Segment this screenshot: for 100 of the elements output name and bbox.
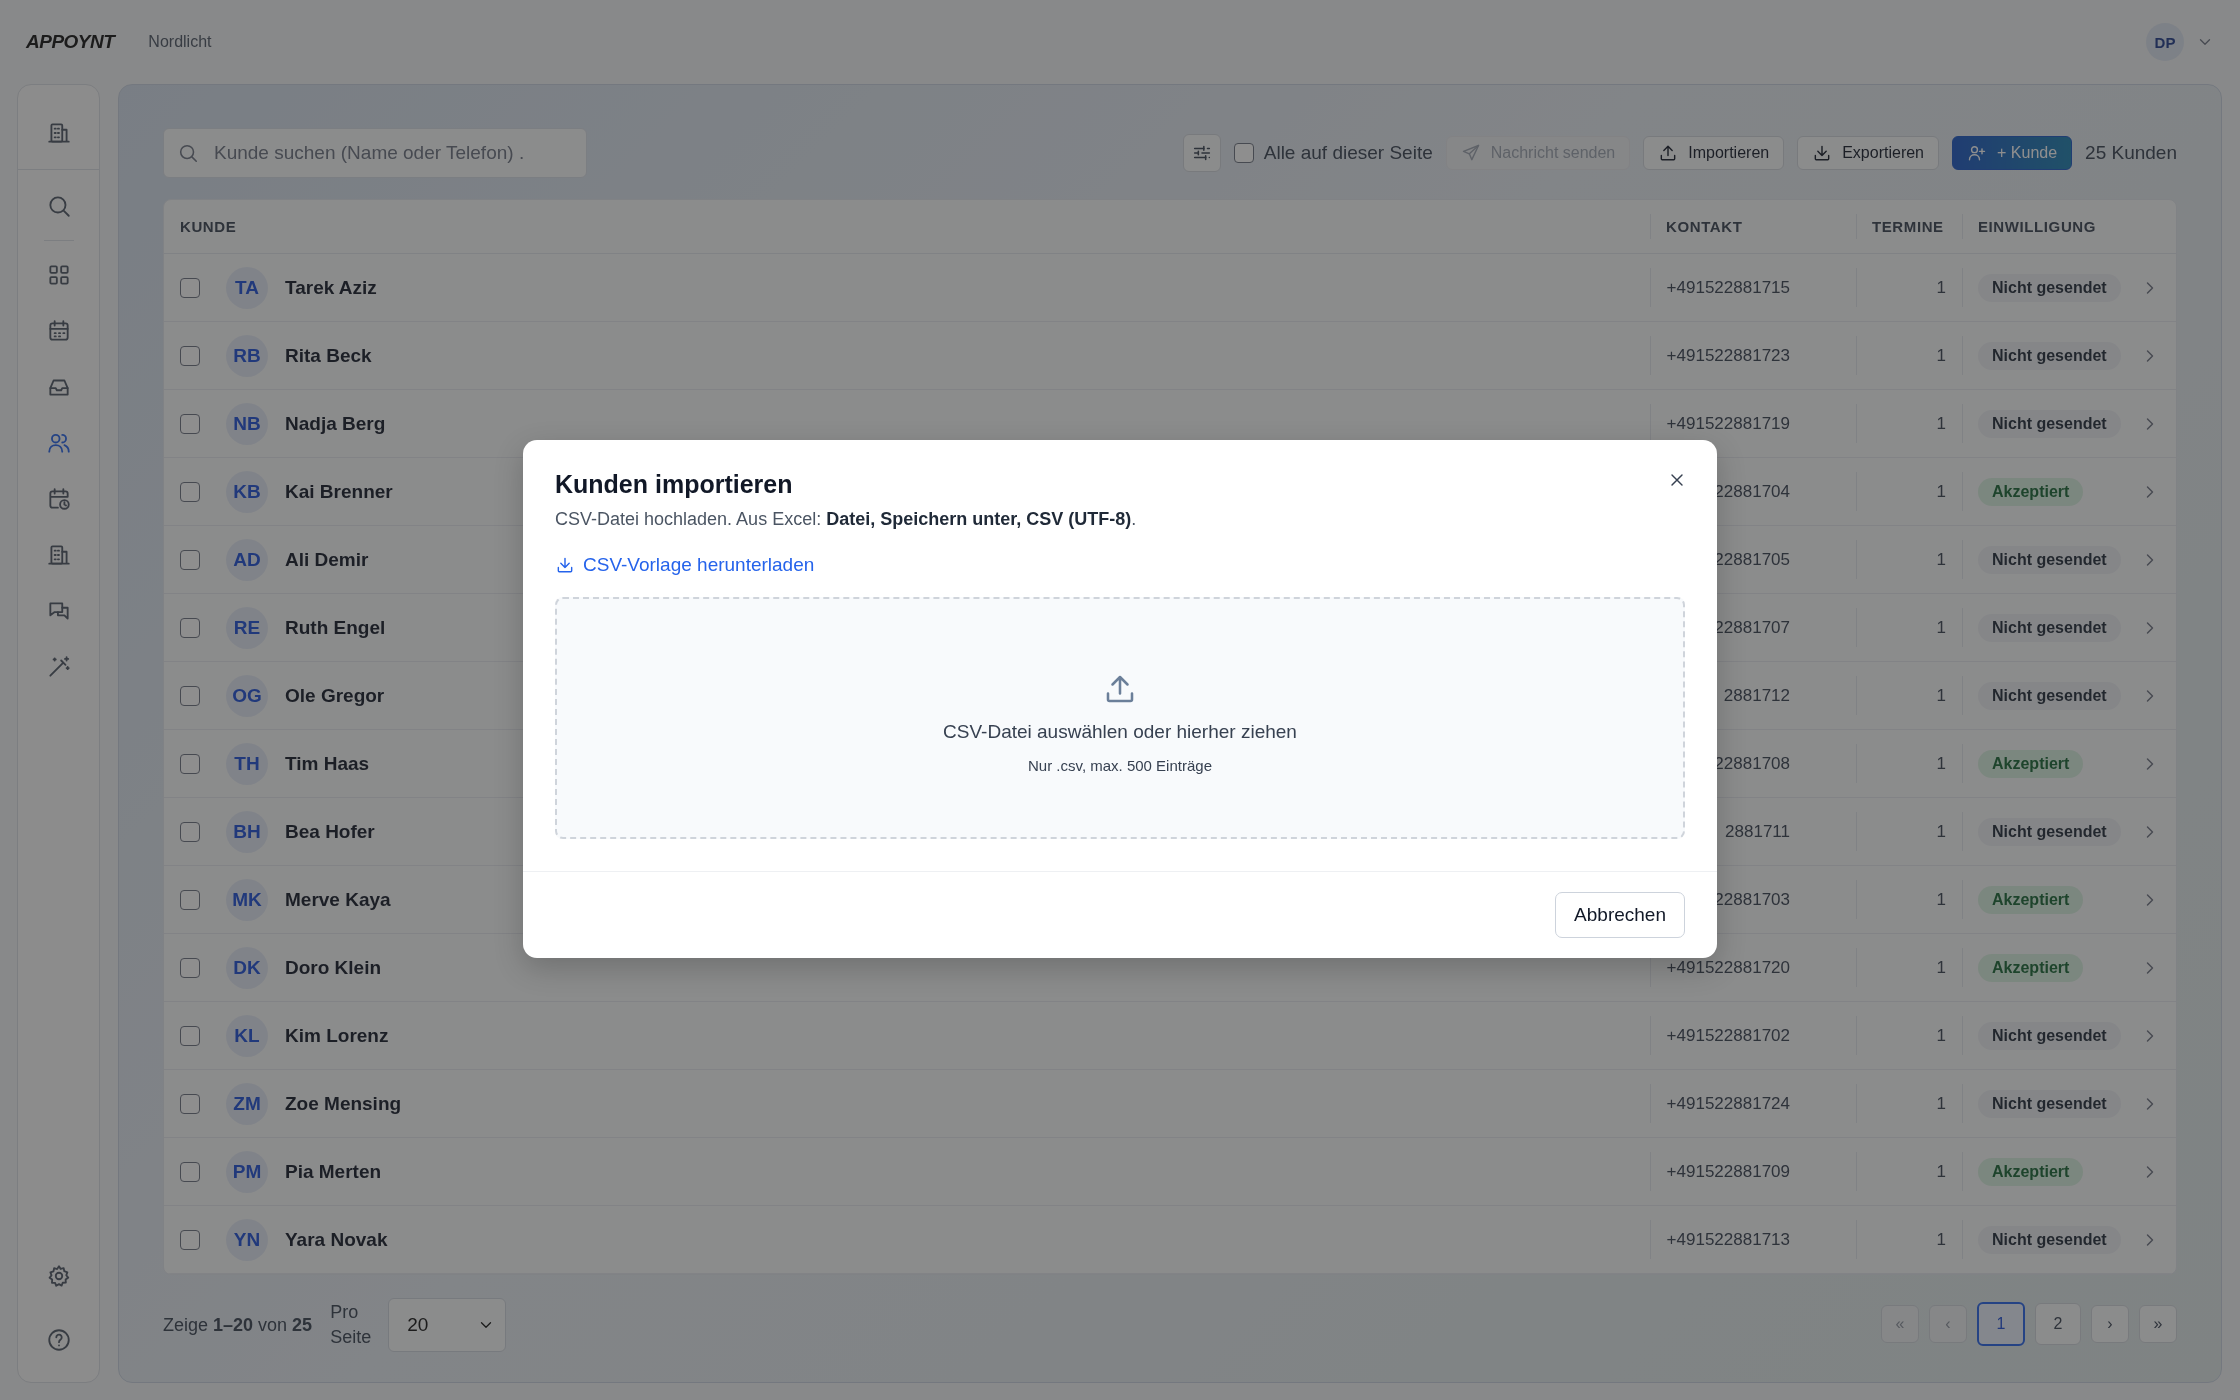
template-download-link[interactable]: CSV-Vorlage herunterladen [555,554,815,576]
phone-number: +491522881713 [1666,1229,1790,1250]
phone-number: +491522881720 [1666,957,1790,978]
phone-number: 2881712 [1723,685,1790,706]
file-dropzone[interactable]: CSV-Datei auswählen oder hierher ziehen Nur .csv, max. 500 Einträge [555,597,1685,839]
page-button[interactable]: 2 [2035,1302,2081,1345]
initials-avatar: TA [226,266,268,309]
user-avatar[interactable]: DP [2146,23,2184,61]
customer-name: Ruth Engel [285,616,386,639]
customer-name: Ali Demir [285,548,369,571]
phone-number: 22881705 [1714,549,1790,570]
consent-badge: Nicht gesendet [1978,1021,2121,1050]
appointment-count: 1 [1936,957,1946,978]
row-checkbox[interactable] [180,1161,200,1182]
row-checkbox[interactable] [180,685,200,706]
dropzone-hint: Nur .csv, max. 500 Einträge [1028,756,1212,774]
consent-badge: Akzeptiert [1978,749,2084,778]
row-checkbox[interactable] [180,821,200,842]
consent-badge: Nicht gesendet [1978,1089,2121,1118]
initials-avatar: AD [226,538,268,581]
row-checkbox[interactable] [180,753,200,774]
send-icon [1460,143,1481,163]
column-header: KUNDE [164,200,1650,254]
customer-name: Kim Lorenz [285,1024,389,1047]
phone-number: +491522881723 [1666,345,1790,366]
initials-avatar: TH [226,742,268,785]
column-header: KONTAKT [1650,200,1856,254]
appointment-count: 1 [1936,1229,1946,1250]
phone-number: 22881703 [1714,889,1790,910]
initials-avatar: RE [226,606,268,649]
row-checkbox[interactable] [180,549,200,570]
appointment-count: 1 [1936,345,1946,366]
consent-badge: Nicht gesendet [1978,681,2121,710]
customer-name: Ole Gregor [285,684,385,707]
phone-number: +491522881709 [1666,1161,1790,1182]
consent-badge: Nicht gesendet [1978,613,2121,642]
customer-name: Tarek Aziz [285,276,377,299]
page-button[interactable]: 1 [1977,1301,2025,1346]
page-button[interactable]: › [2091,1304,2129,1343]
appointment-count: 1 [1936,1093,1946,1114]
per-page-label: Pro Seite [330,1300,373,1349]
row-checkbox[interactable] [180,889,200,910]
initials-avatar: RB [226,334,268,377]
row-checkbox[interactable] [180,957,200,978]
row-checkbox[interactable] [180,1229,200,1250]
phone-number: 22881704 [1714,481,1790,502]
appointment-count: 1 [1936,549,1946,570]
customer-name: Rita Beck [285,344,372,367]
row-checkbox[interactable] [180,1093,200,1114]
row-checkbox[interactable] [180,481,200,502]
customer-name: Yara Novak [285,1228,388,1251]
customer-name: Pia Merten [285,1160,382,1183]
row-checkbox[interactable] [180,277,200,298]
export-button[interactable]: Exportieren [1797,136,1939,170]
consent-badge: Akzeptiert [1978,1157,2084,1186]
dialog-description: CSV-Datei hochladen. Aus Excel: Datei, Speichern unter, CSV (UTF-8). [555,509,1138,530]
consent-badge: Nicht gesendet [1978,341,2121,370]
workspace-name: Nordlicht [148,33,212,51]
initials-avatar: KL [226,1014,268,1057]
initials-avatar: DK [226,946,268,989]
filter-button[interactable] [1182,134,1221,172]
search-field[interactable]: Kunde suchen (Name oder Telefon) . [163,128,587,178]
initials-avatar: BH [226,810,268,853]
consent-badge: Akzeptiert [1978,953,2084,982]
initials-avatar: ZM [226,1082,268,1125]
appointment-count: 1 [1936,481,1946,502]
appointment-count: 1 [1936,821,1946,842]
per-page-select[interactable]: 20 [388,1298,507,1352]
initials-avatar: MK [226,878,268,921]
phone-number: 22881707 [1714,617,1790,638]
dropzone-text: CSV-Datei auswählen oder hierher ziehen [943,720,1297,743]
consent-badge: Nicht gesendet [1978,1225,2121,1254]
row-checkbox[interactable] [180,413,200,434]
page-button[interactable]: » [2139,1304,2177,1343]
phone-number: 2881711 [1725,821,1790,842]
phone-number: 22881708 [1714,753,1790,774]
row-checkbox[interactable] [180,345,200,366]
checkbox[interactable] [1233,143,1254,163]
help-icon [45,1327,72,1353]
phone-number: +491522881719 [1666,413,1790,434]
initials-avatar: KB [226,470,268,513]
customer-name: Zoe Mensing [285,1092,402,1115]
phone-number: +491522881702 [1666,1025,1790,1046]
consent-badge: Nicht gesendet [1978,545,2121,574]
checkbox-label: Alle auf dieser Seite [1263,142,1433,164]
consent-badge: Akzeptiert [1978,477,2084,506]
initials-avatar: OG [226,674,268,717]
add-customer-button[interactable]: + Kunde [1952,136,2073,170]
customer-name: Doro Klein [285,956,382,979]
row-checkbox[interactable] [180,617,200,638]
cancel-button[interactable]: Abbrechen [1555,892,1685,938]
appointment-count: 1 [1936,685,1946,706]
customer-name: Nadja Berg [285,412,386,435]
initials-avatar: PM [226,1150,268,1193]
appointment-count: 1 [1936,1025,1946,1046]
import-button[interactable]: Importieren [1643,136,1785,170]
phone-number: +491522881724 [1666,1093,1790,1114]
row-checkbox[interactable] [180,1025,200,1046]
building-icon [45,120,72,146]
consent-badge: Akzeptiert [1978,885,2084,914]
